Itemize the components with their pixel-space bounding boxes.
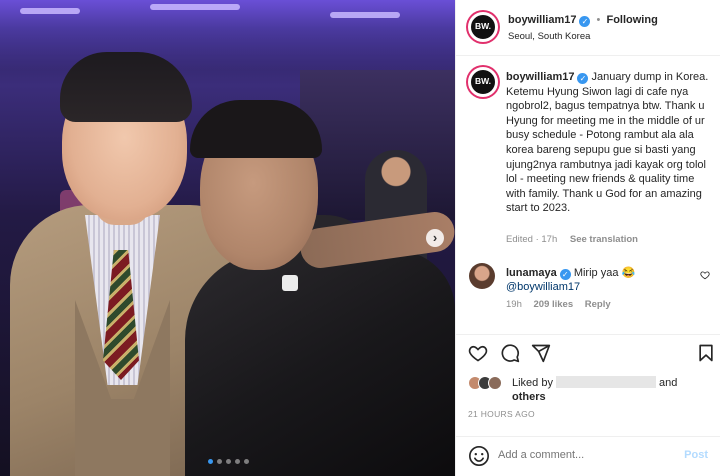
post-timestamp[interactable]: 21 HOURS AGO [468, 409, 535, 419]
post-location[interactable]: Seoul, South Korea [508, 31, 590, 42]
comment-text: Mirip yaa 😂 [573, 267, 636, 279]
see-translation-link[interactable]: See translation [570, 234, 638, 245]
author-username[interactable]: boywilliam17 [508, 14, 576, 26]
bookmark-icon[interactable] [696, 343, 716, 363]
liker-avatar [488, 376, 502, 390]
comment-icon[interactable] [500, 343, 520, 363]
edited-label: Edited · 17h [506, 234, 558, 245]
post-comment-button[interactable]: Post [684, 449, 708, 461]
carousel-next-button[interactable]: › [426, 229, 444, 247]
caption-avatar[interactable]: BW. [468, 67, 498, 97]
emoji-icon[interactable] [468, 445, 490, 467]
comment-age: 19h [506, 299, 522, 310]
heart-icon[interactable] [468, 343, 488, 363]
light-strip [330, 12, 400, 18]
comment-meta: 19h 209 likes Reply [506, 299, 620, 310]
comment-mention[interactable]: @boywilliam17 [506, 281, 580, 293]
post-header: BW. boywilliam17 ✓ • Following Seoul, Sou… [456, 0, 720, 56]
carousel-dots [208, 459, 249, 464]
chevron-right-icon: › [432, 230, 438, 245]
likes-text: Liked by and others [512, 376, 720, 404]
light-strip [20, 8, 80, 14]
comment-like-icon[interactable] [700, 270, 710, 280]
carousel-dot [226, 459, 231, 464]
commenter-username[interactable]: lunamaya [506, 267, 557, 279]
verified-icon: ✓ [579, 16, 591, 27]
liker-name-redacted[interactable] [555, 376, 656, 388]
post-photo[interactable]: › [0, 0, 455, 476]
likes-others-link[interactable]: others [512, 391, 546, 403]
header-line: boywilliam17 ✓ • Following [508, 14, 658, 27]
following-button[interactable]: Following [606, 14, 657, 26]
caption-text: January dump in Korea. Ketemu Hyung Siwo… [506, 71, 709, 215]
comment: lunamaya ✓ Mirip yaa 😂 @boywilliam17 [506, 266, 696, 294]
carousel-dot [235, 459, 240, 464]
likes-and-label: and [658, 377, 678, 389]
reply-button[interactable]: Reply [585, 299, 611, 310]
header-separator: • [596, 14, 601, 26]
likes-summary: Liked by and others [468, 374, 718, 404]
post-caption: boywilliam17 ✓ January dump in Korea. Ket… [506, 70, 711, 216]
comment-likes[interactable]: 209 likes [534, 299, 574, 310]
right-man-jacket [185, 250, 455, 476]
jacket-patch [282, 275, 298, 291]
liked-by-label: Liked by [512, 377, 553, 389]
caption-meta: Edited · 17h See translation [506, 234, 648, 245]
light-strip [150, 4, 240, 10]
author-avatar[interactable]: BW. [468, 12, 498, 42]
share-icon[interactable] [531, 343, 551, 363]
carousel-dot [244, 459, 249, 464]
post-side-panel: BW. boywilliam17 ✓ • Following Seoul, Sou… [455, 0, 720, 476]
commenter-avatar[interactable] [469, 263, 495, 289]
verified-icon: ✓ [559, 269, 571, 280]
verified-icon: ✓ [577, 73, 589, 84]
divider [456, 334, 720, 335]
carousel-dot [217, 459, 222, 464]
caption-username[interactable]: boywilliam17 [506, 71, 574, 83]
add-comment-input[interactable] [498, 449, 668, 461]
liker-avatars[interactable] [468, 376, 508, 392]
add-comment-bar: Post [456, 436, 720, 476]
carousel-dot [208, 459, 213, 464]
action-bar [468, 343, 718, 365]
